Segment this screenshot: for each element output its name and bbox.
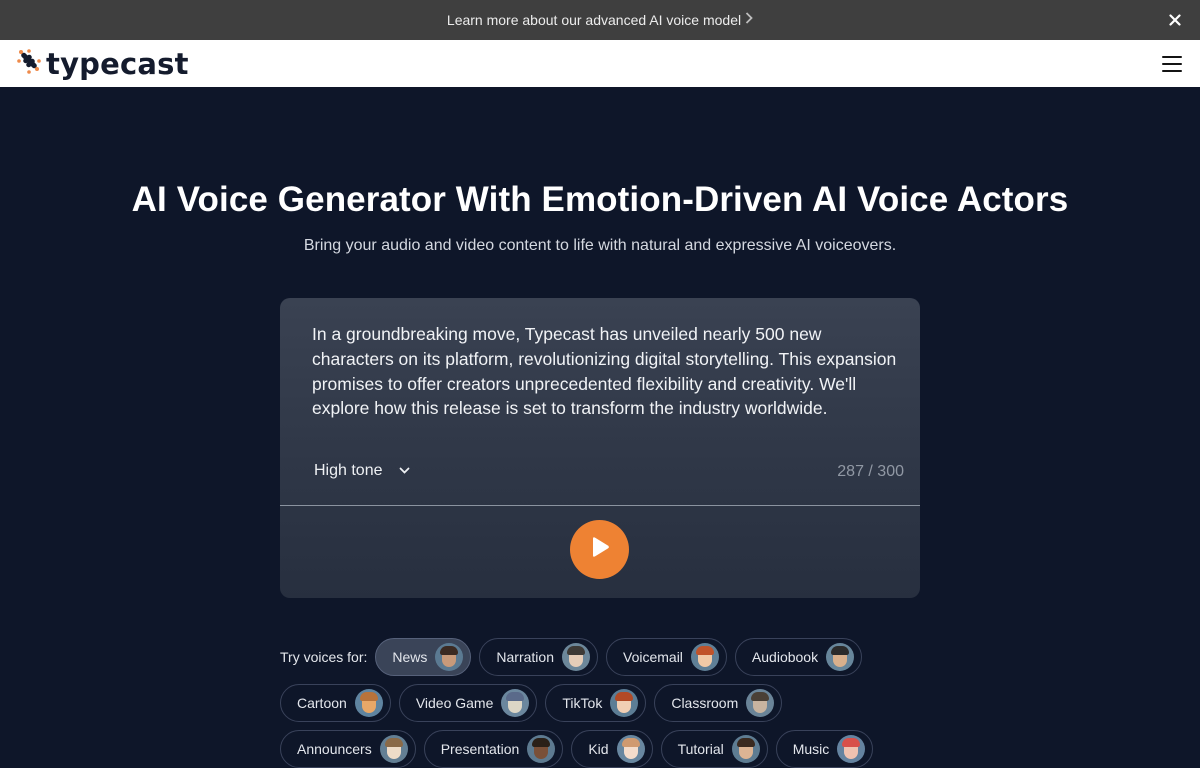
play-button[interactable] xyxy=(570,520,629,579)
voice-actor-avatar xyxy=(379,735,408,763)
chevron-right-icon xyxy=(745,12,753,28)
voice-pill-classroom[interactable]: Classroom xyxy=(654,684,783,722)
try-voices-label: Try voices for: xyxy=(280,649,368,665)
script-textarea[interactable]: In a groundbreaking move, Typecast has u… xyxy=(312,322,902,421)
page-subtitle: Bring your audio and video content to li… xyxy=(303,237,897,254)
voice-actor-avatar xyxy=(616,735,645,763)
voice-actor-avatar xyxy=(354,689,383,717)
voice-pill-narration[interactable]: Narration xyxy=(479,638,598,676)
voice-actor-avatar xyxy=(837,735,866,763)
voice-pill-label: News xyxy=(392,649,428,665)
voice-pill-label: TikTok xyxy=(562,695,603,711)
voice-pill-cartoon[interactable]: Cartoon xyxy=(280,684,391,722)
logo-text: typecast xyxy=(46,46,189,81)
logo-mark-icon xyxy=(16,48,42,79)
voice-actor-avatar xyxy=(731,735,760,763)
play-icon xyxy=(589,535,611,564)
voice-pill-tiktok[interactable]: TikTok xyxy=(545,684,647,722)
voice-pill-label: Music xyxy=(792,741,830,757)
voice-categories: Try voices for: News Narration Voicemail Au… xyxy=(280,638,920,768)
voice-actor-avatar xyxy=(826,643,855,671)
chevron-down-icon xyxy=(399,462,410,480)
voice-editor-card: In a groundbreaking move, Typecast has u… xyxy=(280,298,920,598)
voice-pill-tutorial[interactable]: Tutorial xyxy=(660,730,768,768)
voice-pill-label: Announcers xyxy=(297,741,372,757)
announcement-link[interactable]: Learn more about our advanced AI voice m… xyxy=(447,12,753,28)
voice-actor-avatar xyxy=(746,689,775,717)
voice-pill-label: Narration xyxy=(496,649,554,665)
voice-pill-presentation[interactable]: Presentation xyxy=(423,730,564,768)
tone-dropdown[interactable]: High tone xyxy=(314,462,410,480)
page-title: AI Voice Generator With Emotion-Driven A… xyxy=(131,180,1069,219)
voice-pill-music[interactable]: Music xyxy=(775,730,874,768)
voice-pill-kid[interactable]: Kid xyxy=(571,730,653,768)
voice-pill-news[interactable]: News xyxy=(375,638,472,676)
announcement-bar: Learn more about our advanced AI voice m… xyxy=(0,0,1200,40)
voice-pill-label: Classroom xyxy=(671,695,739,711)
top-navbar: typecast xyxy=(0,40,1200,87)
voice-pill-label: Voicemail xyxy=(623,649,683,665)
voice-actor-avatar xyxy=(435,643,464,671)
voice-actor-avatar xyxy=(501,689,530,717)
voice-pill-video-game[interactable]: Video Game xyxy=(398,684,538,722)
voice-pill-label: Presentation xyxy=(440,741,520,757)
voice-pill-voicemail[interactable]: Voicemail xyxy=(606,638,727,676)
hamburger-menu-icon[interactable] xyxy=(1160,52,1184,76)
announcement-text: Learn more about our advanced AI voice m… xyxy=(446,12,742,28)
voice-pill-label: Audiobook xyxy=(751,649,819,665)
voice-actor-avatar xyxy=(562,643,590,671)
tone-selected-value: High tone xyxy=(314,462,383,479)
voice-pill-label: Tutorial xyxy=(677,741,724,757)
voice-pill-label: Kid xyxy=(588,741,609,757)
voice-pill-label: Cartoon xyxy=(297,695,347,711)
close-icon[interactable] xyxy=(1166,11,1184,29)
voice-actor-avatar xyxy=(610,689,639,717)
card-divider xyxy=(280,505,920,506)
voice-actor-avatar xyxy=(527,735,556,763)
typecast-logo[interactable]: typecast xyxy=(16,47,189,81)
character-count: 287 / 300 xyxy=(837,463,904,480)
voice-pill-label: Video Game xyxy=(415,695,494,711)
voice-pill-announcers[interactable]: Announcers xyxy=(280,730,416,768)
voice-actor-avatar xyxy=(690,643,719,671)
voice-pill-audiobook[interactable]: Audiobook xyxy=(734,638,863,676)
